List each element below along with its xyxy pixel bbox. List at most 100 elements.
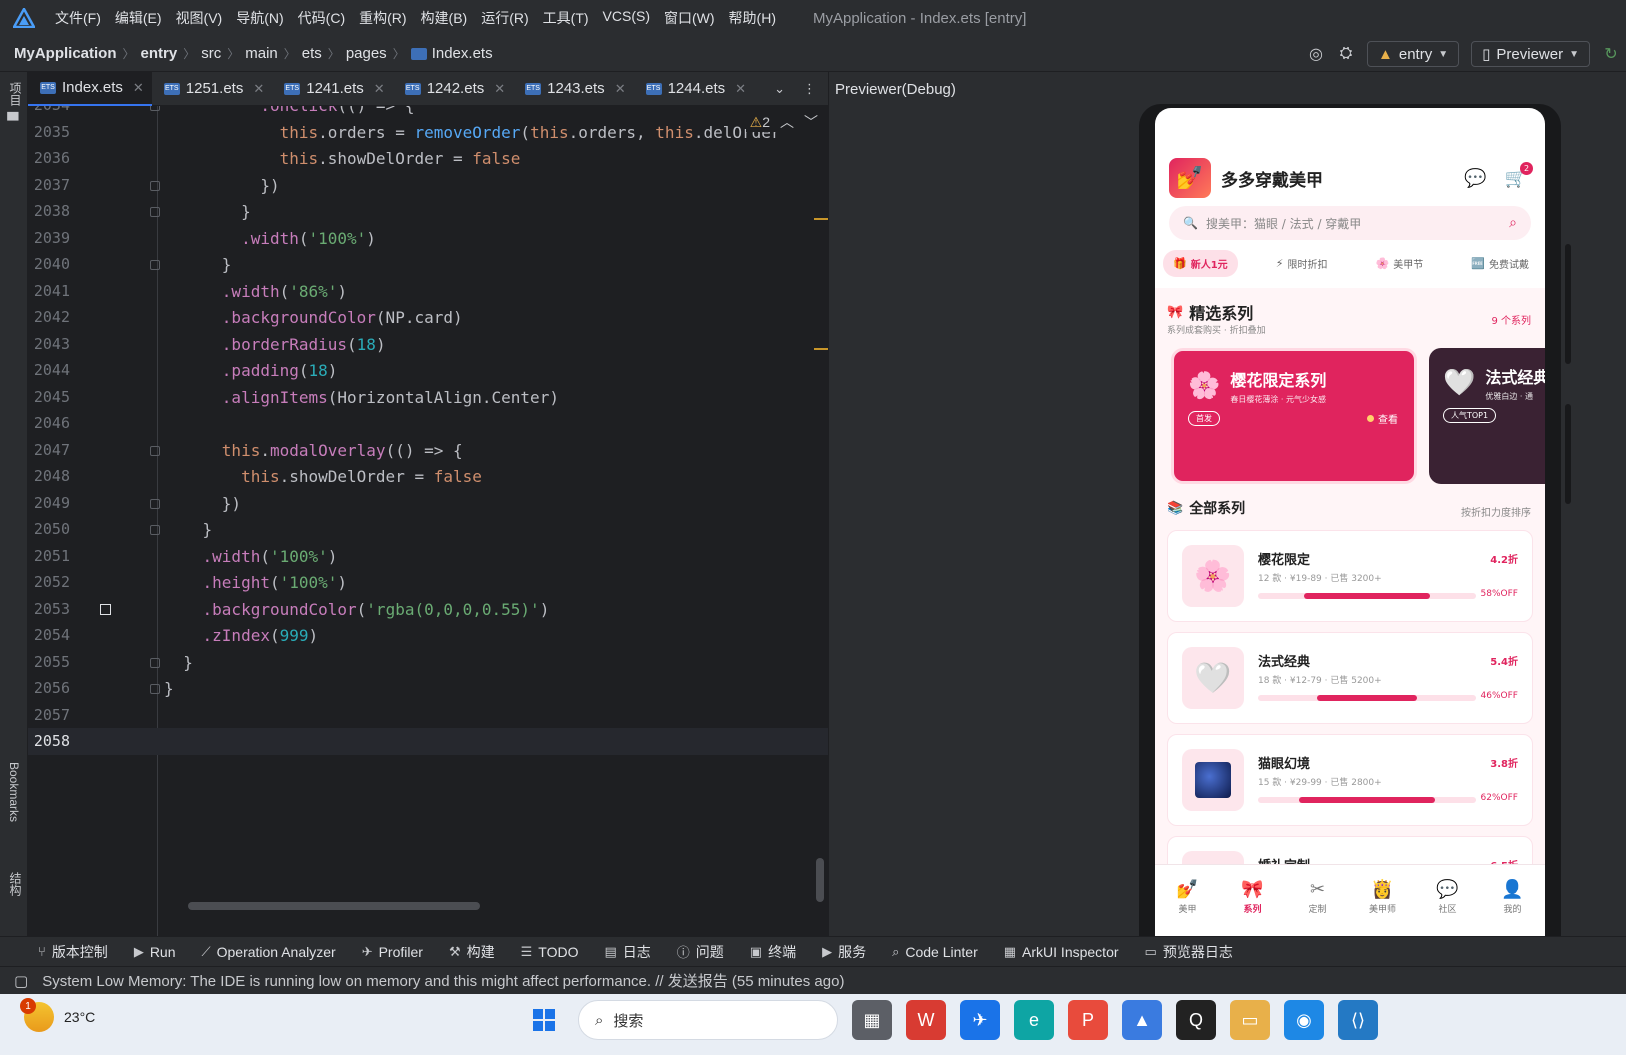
chevron-down-icon[interactable]: ⌄ bbox=[774, 81, 785, 97]
edge-icon[interactable]: e bbox=[1014, 1000, 1054, 1040]
qq-icon[interactable]: Q bbox=[1176, 1000, 1216, 1040]
fold-marker-icon[interactable] bbox=[150, 180, 160, 191]
close-icon[interactable]: ✕ bbox=[615, 81, 626, 97]
feishu-icon[interactable]: ✈ bbox=[960, 1000, 1000, 1040]
sync-icon[interactable]: ⛭ bbox=[1331, 39, 1361, 69]
fold-marker-icon[interactable] bbox=[150, 445, 160, 456]
series-card[interactable]: 🤍 法式经典 18 款 · ¥12-79 · 已售 5200+ 5.4折 46%OFF bbox=[1167, 632, 1533, 724]
breadcrumb-item[interactable]: MyApplication bbox=[14, 45, 117, 62]
target-icon[interactable]: ◎ bbox=[1301, 39, 1331, 69]
fold-marker-icon[interactable] bbox=[150, 684, 160, 694]
nav-item[interactable]: 👤 我的 bbox=[1488, 879, 1538, 936]
tab-file[interactable]: ETS 1241.ets ✕ bbox=[272, 72, 392, 106]
tool-window-button[interactable]: ▶ 服务 bbox=[822, 942, 866, 962]
menu-item[interactable]: 文件(F) bbox=[48, 8, 108, 28]
breadcrumb-item[interactable]: entry bbox=[141, 45, 178, 62]
promo-chip[interactable]: 🎁 新人1元 bbox=[1163, 250, 1238, 277]
search-input[interactable]: 🔍 搜美甲：猫眼 / 法式 / 穿戴甲 ⌕ bbox=[1169, 206, 1531, 240]
promo-chip[interactable]: ⚡ 限时折扣 bbox=[1266, 250, 1338, 277]
menu-item[interactable]: 工具(T) bbox=[536, 8, 596, 28]
module-select[interactable]: ▲ entry ▼ bbox=[1367, 41, 1460, 67]
device-select[interactable]: ▯ Previewer ▼ bbox=[1471, 41, 1590, 67]
weather-widget[interactable]: 1 23°C bbox=[20, 998, 95, 1032]
horizontal-scrollbar[interactable] bbox=[188, 902, 480, 910]
featured-card-french[interactable]: 🤍 法式经典 优雅白边 · 通 人气TOP1 bbox=[1429, 348, 1545, 484]
tool-window-button[interactable]: ✈ Profiler bbox=[362, 944, 423, 960]
tool-window-button[interactable]: ▤ 日志 bbox=[604, 942, 650, 962]
nav-item[interactable]: 🎀 系列 bbox=[1228, 879, 1278, 936]
fold-marker-icon[interactable] bbox=[150, 106, 160, 111]
series-card[interactable]: 🌸 樱花限定 12 款 · ¥19-89 · 已售 3200+ 4.2折 58%OFF bbox=[1167, 530, 1533, 622]
nav-item[interactable]: 👸 美甲师 bbox=[1358, 879, 1408, 936]
menu-item[interactable]: 重构(R) bbox=[352, 8, 413, 28]
menu-item[interactable]: 代码(C) bbox=[291, 8, 352, 28]
file-explorer-icon[interactable]: ▭ bbox=[1230, 1000, 1270, 1040]
nav-item[interactable]: 💬 社区 bbox=[1423, 879, 1473, 936]
tool-window-button[interactable]: ⌕ Code Linter bbox=[892, 944, 978, 960]
breadcrumb-item[interactable]: Index.ets bbox=[432, 45, 493, 62]
tool-window-button[interactable]: ⑂ 版本控制 bbox=[38, 942, 108, 962]
close-icon[interactable]: ✕ bbox=[735, 81, 746, 97]
fold-marker-icon[interactable] bbox=[150, 498, 160, 509]
menu-item[interactable]: 帮助(H) bbox=[722, 8, 783, 28]
browser-icon[interactable]: ◉ bbox=[1284, 1000, 1324, 1040]
fold-marker-icon[interactable] bbox=[150, 260, 160, 270]
deveco-taskbar-icon[interactable]: ▲ bbox=[1122, 1000, 1162, 1040]
close-icon[interactable]: ✕ bbox=[494, 81, 505, 97]
tool-window-button[interactable]: ▦ ArkUI Inspector bbox=[1004, 944, 1119, 960]
taskbar-search[interactable]: ⌕ 搜索 bbox=[578, 1000, 838, 1040]
tab-file[interactable]: ETS 1243.ets ✕ bbox=[513, 72, 633, 106]
menu-item[interactable]: 编辑(E) bbox=[108, 8, 169, 28]
menu-item[interactable]: 运行(R) bbox=[474, 8, 535, 28]
taskview-icon[interactable]: ▦ bbox=[852, 1000, 892, 1040]
tab-file[interactable]: ETS Index.ets ✕ bbox=[28, 71, 152, 106]
fold-marker-icon[interactable] bbox=[150, 657, 160, 668]
tab-file[interactable]: ETS 1251.ets ✕ bbox=[152, 72, 272, 106]
menu-item[interactable]: VCS(S) bbox=[596, 8, 657, 28]
fold-marker-icon[interactable] bbox=[150, 207, 160, 217]
promo-chip[interactable]: 🆓 免费试戴 bbox=[1461, 250, 1539, 277]
tool-window-button[interactable]: ▭ 预览器日志 bbox=[1145, 942, 1233, 962]
windows-start-icon[interactable] bbox=[524, 1000, 564, 1040]
menu-item[interactable]: 导航(N) bbox=[229, 8, 290, 28]
breadcrumb-item[interactable]: pages bbox=[346, 45, 387, 62]
promo-chip[interactable]: 🌸 美甲节 bbox=[1366, 250, 1434, 277]
tool-window-button[interactable]: ⟋ Operation Analyzer bbox=[202, 944, 336, 960]
inspection-widget[interactable]: ⚠2 ︿ ﹀ bbox=[745, 112, 822, 132]
status-message[interactable]: System Low Memory: The IDE is running lo… bbox=[42, 970, 844, 991]
more-options-icon[interactable]: ⋮ bbox=[803, 81, 816, 97]
code-editor[interactable]: 2034 .onClick(() => {2035 this.orders = … bbox=[28, 106, 828, 936]
warning-marker[interactable] bbox=[814, 348, 828, 350]
menu-item[interactable]: 窗口(W) bbox=[657, 8, 722, 28]
wps-icon[interactable]: W bbox=[906, 1000, 946, 1040]
tool-window-button[interactable]: ⓘ 问题 bbox=[677, 942, 724, 962]
series-card[interactable]: 猫眼幻境 15 款 · ¥29-99 · 已售 2800+ 3.8折 62%OFF bbox=[1167, 734, 1533, 826]
tab-file[interactable]: ETS 1242.ets ✕ bbox=[393, 72, 513, 106]
featured-section-count[interactable]: 9 个系列 bbox=[1491, 312, 1531, 327]
fold-marker-icon[interactable] bbox=[150, 525, 160, 535]
vertical-scrollbar[interactable] bbox=[816, 858, 824, 902]
tool-window-button[interactable]: ▶ Run bbox=[134, 944, 176, 960]
breakpoint-slot-icon[interactable] bbox=[100, 603, 111, 615]
pdf-icon[interactable]: P bbox=[1068, 1000, 1108, 1040]
close-icon[interactable]: ✕ bbox=[133, 80, 144, 96]
tool-window-button[interactable]: ▣ 终端 bbox=[750, 942, 796, 962]
tab-file[interactable]: ETS 1244.ets ✕ bbox=[634, 72, 754, 106]
rerun-icon[interactable]: ↻ bbox=[1596, 39, 1626, 69]
status-panel-icon[interactable]: ▢ bbox=[14, 972, 28, 990]
menu-item[interactable]: 视图(V) bbox=[169, 8, 230, 28]
menu-item[interactable]: 构建(B) bbox=[414, 8, 475, 28]
bookmarks-tool-button[interactable]: Bookmarks bbox=[7, 762, 21, 822]
vscode-icon[interactable]: ⟨⟩ bbox=[1338, 1000, 1378, 1040]
tool-window-button[interactable]: ☰ TODO bbox=[521, 944, 579, 960]
cart-icon[interactable]: 🛒 2 bbox=[1505, 162, 1533, 189]
featured-card-sakura[interactable]: 🌸 樱花限定系列 春日樱花薄涂 · 元气少女感 首发 查看 bbox=[1171, 348, 1417, 484]
featured-card-view-link[interactable]: 查看 bbox=[1367, 411, 1398, 426]
project-tool-button[interactable]: 项目 bbox=[7, 82, 24, 106]
tool-window-button[interactable]: ⚒ 构建 bbox=[449, 942, 495, 962]
chevron-down-icon[interactable]: ﹀ bbox=[804, 112, 818, 132]
breadcrumb-item[interactable]: ets bbox=[302, 45, 322, 62]
breadcrumb-item[interactable]: src bbox=[201, 45, 221, 62]
search-submit-icon[interactable]: ⌕ bbox=[1509, 215, 1517, 231]
nav-item[interactable]: 💅 美甲 bbox=[1163, 879, 1213, 936]
